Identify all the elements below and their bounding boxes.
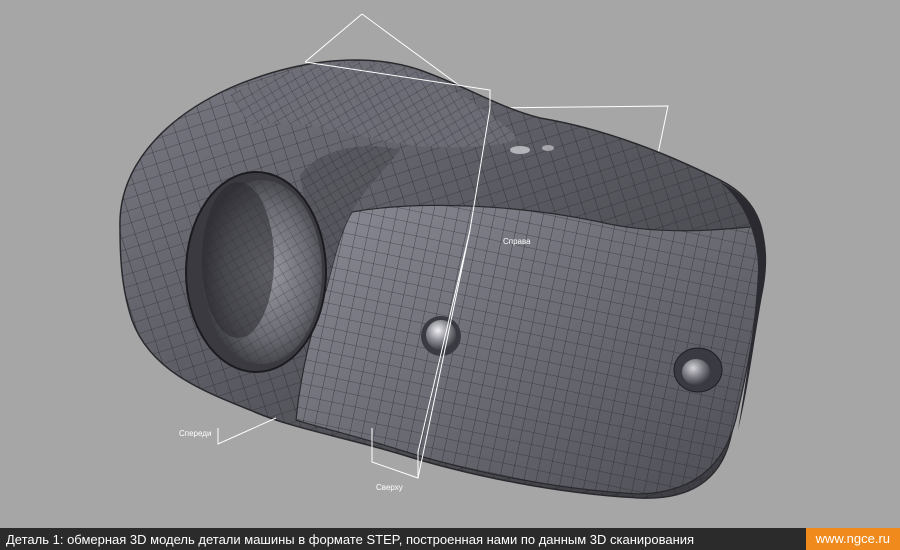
site-link[interactable]: www.ngce.ru	[805, 528, 900, 550]
scanned-part-model	[119, 59, 767, 499]
plane-label-top: Сверху	[376, 483, 403, 492]
caption-text: Деталь 1: обмерная 3D модель детали маши…	[6, 531, 695, 547]
plane-label-front: Спереди	[179, 429, 212, 438]
3d-viewport[interactable]: Справа Спереди Сверху	[0, 0, 900, 528]
3d-model-view	[119, 13, 767, 499]
plane-label-right: Справа	[503, 237, 531, 246]
caption-bar: Деталь 1: обмерная 3D модель детали маши…	[0, 528, 900, 550]
